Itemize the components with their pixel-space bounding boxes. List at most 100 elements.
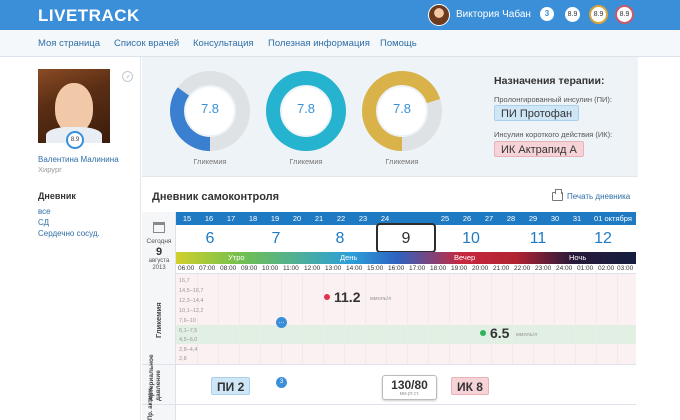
- today-day: 9: [155, 246, 163, 258]
- gauge-value: 7.8: [200, 101, 220, 116]
- week-number[interactable]: 10: [451, 230, 491, 248]
- activity-side: Пр. активн.: [142, 387, 176, 420]
- selected-week[interactable]: 9: [376, 223, 436, 253]
- date-cell[interactable]: 31: [566, 214, 588, 223]
- date-cell[interactable]: 24: [374, 214, 396, 223]
- date-cell[interactable]: 22: [330, 214, 352, 223]
- diary-filter-diabetes[interactable]: СД: [38, 218, 49, 227]
- short-insulin-chip[interactable]: ИК 8: [451, 377, 489, 395]
- nav-item-useful-info[interactable]: Полезная информация: [268, 38, 370, 49]
- glucose-value-2: 6.5: [490, 325, 510, 341]
- diary-header: Дневник самоконтроля Печать дневника: [142, 176, 638, 212]
- time-cell: 17:00: [409, 265, 426, 272]
- user-avatar[interactable]: [428, 4, 450, 26]
- gauge-label: Гликемия: [385, 157, 419, 166]
- glucose-tick: 16,7: [179, 278, 190, 284]
- nav-item-doctors[interactable]: Список врачей: [114, 38, 179, 49]
- glycemia-side-label: Гликемия: [154, 302, 163, 338]
- time-cell: 03:00: [617, 265, 634, 272]
- printer-icon[interactable]: [552, 189, 563, 201]
- nav-item-consultation[interactable]: Консультация: [193, 38, 254, 49]
- gauge-label: Гликемия: [193, 157, 227, 166]
- summary-panel: 7.8 Гликемия 7.8 Гликемия 7.8 Гликемия Н…: [142, 57, 638, 176]
- date-cell[interactable]: 15: [176, 214, 198, 223]
- gauge-3: 7.8: [360, 69, 444, 153]
- week-number[interactable]: 12: [583, 230, 623, 248]
- long-insulin-chip[interactable]: ПИ 2: [211, 377, 251, 395]
- week-number[interactable]: 6: [190, 230, 230, 248]
- date-cell[interactable]: 01 октября: [590, 214, 636, 223]
- target-range-band: [176, 325, 636, 344]
- date-cell[interactable]: 16: [198, 214, 220, 223]
- date-cell[interactable]: 19: [264, 214, 286, 223]
- app-logo[interactable]: LIVETRACK: [38, 6, 140, 26]
- gauge-value: 7.8: [392, 101, 412, 116]
- gauge-2: 7.8: [264, 69, 348, 153]
- glycemia-side: Гликемия: [142, 274, 176, 364]
- time-cell: 06:00: [178, 265, 195, 272]
- date-cell[interactable]: 26: [456, 214, 478, 223]
- doctor-role: Хирург: [38, 165, 62, 174]
- calendar-icon[interactable]: [153, 222, 165, 233]
- date-cell[interactable]: 25: [434, 214, 456, 223]
- score-circle-2[interactable]: 8.9: [589, 5, 608, 24]
- week-number[interactable]: 8: [320, 230, 360, 248]
- today-label: Сегодня: [146, 238, 172, 245]
- diary-title: Дневник самоконтроля: [152, 191, 280, 203]
- time-cell: 24:00: [556, 265, 573, 272]
- week-number[interactable]: 7: [256, 230, 296, 248]
- date-cell[interactable]: 17: [220, 214, 242, 223]
- time-cell: 01:00: [577, 265, 594, 272]
- today-month: августа 2013: [148, 258, 170, 271]
- score-circle-3[interactable]: 8.9: [615, 5, 634, 24]
- date-cell[interactable]: 27: [478, 214, 500, 223]
- main-nav: Моя страница Список врачей Консультация …: [0, 30, 680, 57]
- blood-pressure-chip[interactable]: 130/80 мм.рт.ст.: [382, 375, 437, 400]
- glycemia-chart: 16,7 14,5–16,7 12,3–14,4 10,1–12,2 7,6–1…: [176, 274, 636, 364]
- date-cell[interactable]: 21: [308, 214, 330, 223]
- glucose-point-1[interactable]: [324, 294, 330, 300]
- chat-bubble-icon[interactable]: …: [276, 317, 287, 328]
- edit-icon[interactable]: [122, 71, 133, 82]
- gauge-1: 7.8: [168, 69, 252, 153]
- time-cell: 21:00: [493, 265, 510, 272]
- diary-filter-cardio[interactable]: Сердечно сосуд.: [38, 229, 100, 238]
- time-cell: 02:00: [598, 265, 615, 272]
- user-name[interactable]: Виктория Чабан: [456, 9, 531, 20]
- daypart-evening: Вечер: [454, 253, 476, 262]
- glucose-tick: 14,5–16,7: [179, 288, 204, 294]
- doctor-rating-badge: 8.9: [66, 131, 84, 149]
- diary-filter-all[interactable]: все: [38, 207, 51, 216]
- date-cell[interactable]: 30: [544, 214, 566, 223]
- therapy-long-tag[interactable]: ПИ Протофан: [494, 105, 580, 121]
- notification-badge[interactable]: 3: [540, 7, 554, 21]
- therapy-short-tag[interactable]: ИК Актрапид А: [494, 141, 584, 157]
- time-cell: 07:00: [199, 265, 216, 272]
- print-diary-link[interactable]: Печать дневника: [567, 192, 630, 201]
- date-cell[interactable]: 18: [242, 214, 264, 223]
- date-cell[interactable]: 20: [286, 214, 308, 223]
- week-number[interactable]: 11: [518, 230, 558, 248]
- selected-week-number: 9: [401, 230, 411, 247]
- glucose-point-2[interactable]: [480, 330, 486, 336]
- glucose-tick: 4,5–6,0: [179, 337, 198, 343]
- time-cell: 16:00: [388, 265, 405, 272]
- daypart-day: День: [340, 253, 358, 262]
- time-cell: 11:00: [283, 265, 299, 272]
- score-circle-1[interactable]: 8.9: [563, 5, 582, 24]
- time-cell: 08:00: [220, 265, 237, 272]
- nav-item-my-page[interactable]: Моя страница: [38, 38, 100, 49]
- date-cell[interactable]: 28: [500, 214, 522, 223]
- glucose-tick: 2,8–4,4: [179, 347, 198, 353]
- gauge-value: 7.8: [296, 101, 316, 116]
- date-cell[interactable]: 23: [352, 214, 374, 223]
- date-cell[interactable]: 29: [522, 214, 544, 223]
- glucose-tick: 2,8: [179, 356, 187, 362]
- glucose-unit-1: ммоль/л: [370, 296, 392, 302]
- glucose-tick: 7,6–10: [179, 318, 196, 324]
- time-cell: 10:00: [262, 265, 279, 272]
- comment-count-icon[interactable]: 3: [276, 377, 287, 388]
- doctor-name[interactable]: Валентина Малинина: [38, 155, 119, 164]
- glucose-value-1: 11.2: [334, 289, 361, 305]
- nav-item-help[interactable]: Помощь: [380, 38, 417, 49]
